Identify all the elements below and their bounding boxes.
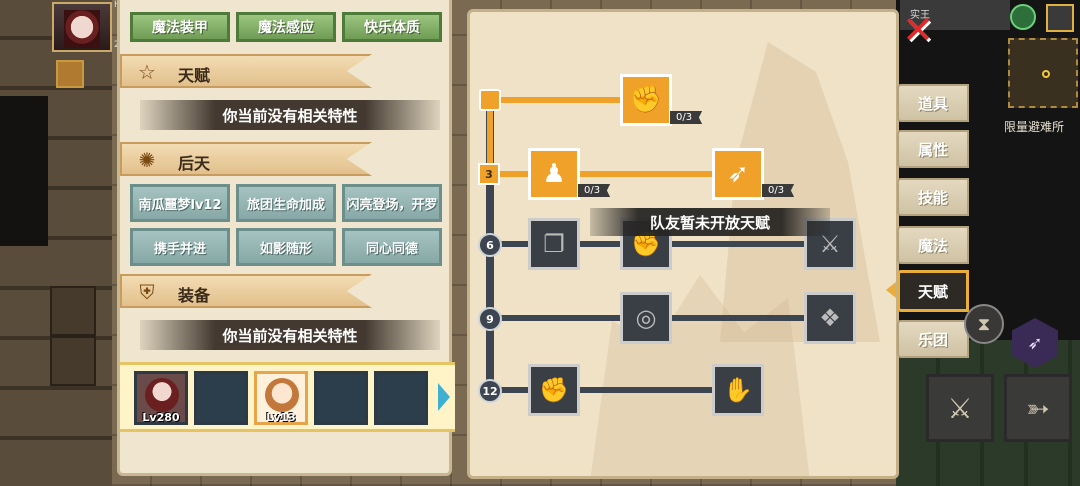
bow-weapon-icon[interactable]: ➳ — [1004, 374, 1072, 442]
spiral-icon: ✺ — [138, 148, 156, 172]
tab-skills[interactable]: 技能 — [897, 178, 969, 216]
equipment-section-header: ⛨ 装备 — [120, 274, 372, 308]
tab-magic[interactable]: 魔法 — [897, 226, 969, 264]
map-pillar — [50, 286, 96, 336]
level-marker: 9 — [478, 307, 502, 331]
body-icon[interactable]: ♟ — [528, 148, 580, 200]
party-slot-empty[interactable] — [374, 371, 428, 425]
raised-fist-icon[interactable]: ✊ — [528, 364, 580, 416]
talent-count: 0/3 — [578, 184, 611, 197]
talent-tree-panel: 3 6 9 12 ✊ 0/3 ♟ 0/3 ➶ 0/3 ❐ ✊ ⚔ 队友暂未开放天… — [467, 9, 899, 479]
equipment-empty-text: 你当前没有相关特性 — [140, 320, 440, 350]
map-pillar — [50, 336, 96, 386]
acquired-trait[interactable]: 旅团生命加成 — [236, 184, 336, 222]
party-member-avatar — [265, 378, 299, 412]
level-marker: 12 — [478, 379, 502, 403]
hourglass-icon[interactable]: ⧗ — [964, 304, 1004, 344]
acquired-section-header: ✺ 后天 — [120, 142, 372, 176]
vortex-icon[interactable]: ◎ — [620, 292, 672, 344]
wings-icon[interactable]: ❖ — [804, 292, 856, 344]
top-right-controls — [1010, 4, 1080, 32]
level-marker: 3 — [478, 163, 500, 185]
party-member-avatar — [145, 378, 179, 412]
equipment-section-title: 装备 — [178, 286, 211, 305]
party-slot[interactable]: Lv13 — [254, 371, 308, 425]
map-dark-area — [0, 96, 48, 246]
talent-empty-text: 你当前没有相关特性 — [140, 100, 440, 130]
minimap[interactable] — [1008, 38, 1078, 108]
gauntlet-icon[interactable]: ✋ — [712, 364, 764, 416]
sword-weapon-icon[interactable]: ⚔ — [926, 374, 994, 442]
acquired-trait[interactable]: 如影随形 — [236, 228, 336, 266]
talent-section-header: ☆ 天赋 — [120, 54, 372, 88]
talent-count: 0/3 — [762, 184, 795, 197]
player-avatar — [64, 10, 100, 48]
trait-button-happy-body[interactable]: 快乐体质 — [342, 12, 442, 42]
level-marker: 6 — [478, 233, 502, 257]
player-portrait[interactable] — [52, 2, 112, 52]
handshake-icon[interactable]: ✊ — [620, 74, 672, 126]
teammate-talent-notice: 队友暂未开放天赋 — [590, 208, 830, 236]
talent-count: 0/3 — [670, 111, 703, 124]
party-member-level: Lv280 — [142, 411, 180, 424]
acquired-trait[interactable]: 携手并进 — [130, 228, 230, 266]
acquired-trait[interactable]: 同心同德 — [342, 228, 442, 266]
armor-icon: ⛨ — [139, 280, 155, 304]
trait-button-magic-armor[interactable]: 魔法装甲 — [130, 12, 230, 42]
network-icon[interactable] — [1010, 4, 1036, 30]
tab-talent[interactable]: 天赋 — [897, 270, 969, 312]
player-location-icon — [1042, 70, 1050, 78]
party-next-arrow-icon[interactable] — [438, 383, 450, 411]
acquired-trait[interactable]: 闪亮登场，开罗 — [342, 184, 442, 222]
close-icon[interactable]: ✕ — [900, 11, 936, 49]
trait-button-magic-sense[interactable]: 魔法感应 — [236, 12, 336, 42]
tab-band[interactable]: 乐团 — [897, 320, 969, 358]
shield-icon[interactable]: ❐ — [528, 218, 580, 270]
party-slot-empty[interactable] — [314, 371, 368, 425]
character-traits-panel: 魔法装甲 魔法感应 快乐体质 ☆ 天赋 你当前没有相关特性 ✺ 后天 南瓜噩梦l… — [117, 0, 455, 476]
tab-attributes[interactable]: 属性 — [897, 130, 969, 168]
buff-icon[interactable] — [56, 60, 84, 88]
party-member-level: Lv13 — [266, 411, 296, 424]
map-location-label: 限量避难所 — [1004, 120, 1065, 134]
party-slot[interactable]: Lv280 — [134, 371, 188, 425]
tab-items[interactable]: 道具 — [897, 84, 969, 122]
active-tab-pointer-icon — [886, 282, 896, 298]
exit-icon[interactable] — [1046, 4, 1074, 32]
talent-section-title: 天赋 — [178, 66, 211, 85]
party-selector: Lv280 Lv13 — [120, 362, 455, 432]
acquired-section-title: 后天 — [178, 154, 211, 173]
star-icon: ☆ — [138, 60, 156, 84]
acquired-trait[interactable]: 南瓜噩梦lv12 — [130, 184, 230, 222]
party-slot-empty[interactable] — [194, 371, 248, 425]
arrow-icon[interactable]: ➶ — [712, 148, 764, 200]
